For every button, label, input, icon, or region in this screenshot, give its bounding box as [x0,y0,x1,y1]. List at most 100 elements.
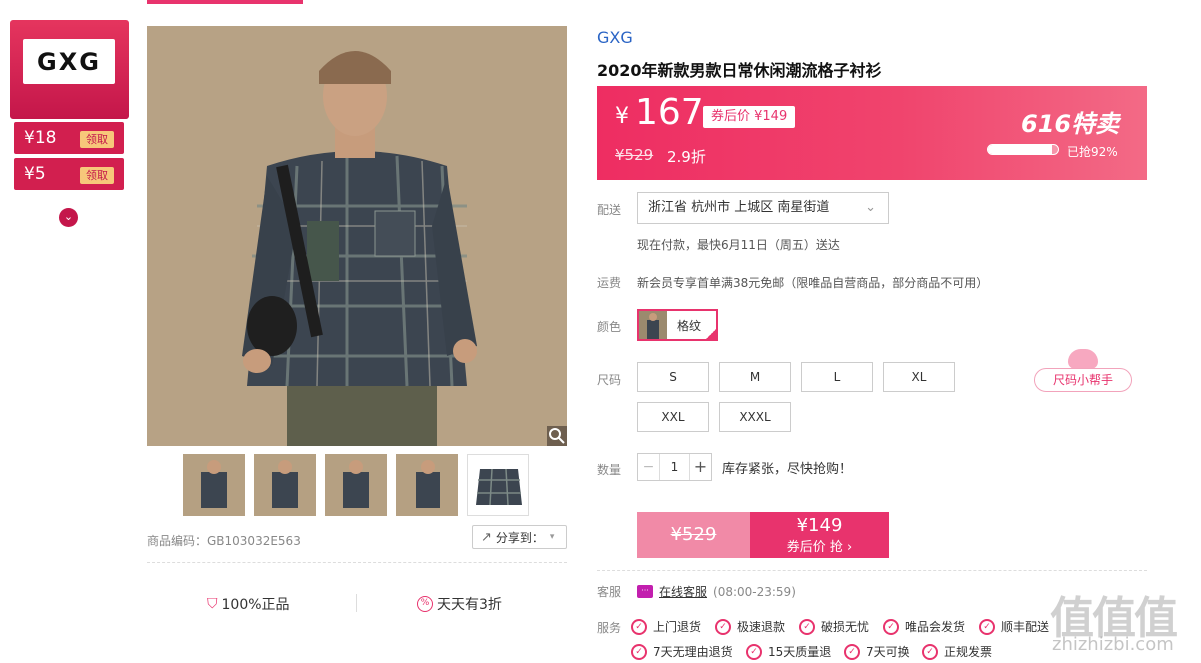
sold-progress-text: 已抢92% [1067,145,1118,159]
service-hours: (08:00-23:59) [713,584,796,599]
divider [597,570,1147,571]
buy-original-price: ¥529 [637,512,750,558]
buy-coupon-price[interactable]: ¥149 券后价 抢 › [750,512,889,558]
service-item: ✓ 破损无忧 [799,618,869,635]
promise-discount: % 天天有3折 [417,594,502,614]
service-item: ✓ 唯品会发货 [883,618,965,635]
active-tab-indicator [147,0,303,4]
customer-service-label: 客服 [597,585,622,599]
size-option-xl[interactable]: XL [883,362,955,392]
service-label: 7天无理由退货 [653,645,733,659]
quantity-input[interactable]: 1 [660,460,689,474]
coupon-amount: ¥5 [24,164,46,184]
shield-icon: ⛉ [207,596,218,612]
brand-link[interactable]: GXG [597,28,633,47]
buy-button[interactable]: ¥529 ¥149 券后价 抢 › [637,512,889,558]
divider [356,594,357,612]
claim-coupon-button[interactable]: 领取 [80,167,114,184]
size-option-s[interactable]: S [637,362,709,392]
size-option-m[interactable]: M [719,362,791,392]
original-price: ¥529 [615,146,654,164]
color-swatch [639,311,667,339]
brand-logo-text: GXG [37,47,101,76]
selected-check-icon [704,327,718,341]
share-icon: ↗ [481,529,492,545]
coupon-18[interactable]: ¥18 领取 [14,122,124,154]
coupon-amount: ¥18 [24,128,57,148]
service-label: 上门退货 [653,620,702,634]
service-item: ✓ 正规发票 [922,643,992,660]
brand-logo[interactable]: GXG [23,39,115,84]
service-item: ✓ 7天无理由退货 [631,643,733,660]
check-icon: ✓ [631,643,647,660]
chevron-down-icon[interactable]: ⌄ [59,208,78,227]
check-icon: ✓ [844,643,860,660]
thumbnail-3[interactable] [325,454,387,516]
size-option-xxxl[interactable]: XXXL [719,402,791,432]
delivery-address-select[interactable]: 浙江省 杭州市 上城区 南星街道 ⌄ [637,192,889,224]
promise-authentic: ⛉ 100%正品 [207,594,290,614]
coupon-5[interactable]: ¥5 领取 [14,158,124,190]
discount-rate: 2.9折 [667,148,706,166]
size-option-xxl[interactable]: XXL [637,402,709,432]
size-helper-button[interactable]: 尺码小帮手 [1034,368,1132,392]
check-icon: ✓ [979,618,995,635]
share-button[interactable]: ↗ 分享到： ▾ [472,525,567,549]
shipping-label: 运费 [597,276,622,290]
delivery-estimate: 现在付款，最快6月11日（周五）送达 [637,238,840,252]
service-item: ✓ 上门退货 [631,618,701,635]
chevron-down-icon: ⌄ [865,200,876,215]
stock-warning: 库存紧张，尽快抢购！ [722,462,853,477]
service-label: 顺丰配送 [1001,620,1050,634]
claim-coupon-button[interactable]: 领取 [80,131,114,148]
brand-card[interactable]: GXG [10,20,129,119]
thumbnail-1[interactable] [183,454,245,516]
coupon-price-badge: 券后价 ¥149 [703,106,796,128]
online-service-link[interactable]: 在线客服 [659,583,707,600]
sold-progress-bar [987,144,1059,155]
check-icon: ✓ [883,618,899,635]
check-icon: ✓ [631,618,647,635]
sku-code: 商品编码：GB103032E563 [147,534,301,548]
currency-symbol: ¥ [615,104,629,129]
service-item: ✓ 极速退款 [715,618,785,635]
chat-icon: ··· [637,585,653,598]
share-label: 分享到： [495,530,544,545]
check-icon: ✓ [715,618,731,635]
discount-icon: % [417,596,433,612]
product-title: 2020年新款男款日常休闲潮流格子衬衫 [597,61,882,80]
color-label: 颜色 [597,320,622,334]
quantity-decrease-button[interactable]: − [638,454,660,480]
promise-label: 100%正品 [221,597,290,613]
size-option-l[interactable]: L [801,362,873,392]
quantity-increase-button[interactable]: + [689,454,711,480]
color-option-label: 格纹 [677,318,702,333]
check-icon: ✓ [746,643,762,660]
shipping-text: 新会员专享首单满38元免邮（限唯品自营商品，部分商品不可用） [637,276,989,290]
zoom-icon[interactable] [547,426,567,446]
thumbnail-5[interactable] [467,454,529,516]
quantity-stepper[interactable]: − 1 + [637,453,712,481]
service-item: ✓ 顺丰配送 [979,618,1049,635]
customer-service-row: ··· 在线客服 (08:00-23:59) [637,583,796,600]
delivery-address: 浙江省 杭州市 上城区 南星街道 [648,200,830,215]
service-item: ✓ 7天可换 [844,643,910,660]
thumbnail-2[interactable] [254,454,316,516]
service-label: 破损无忧 [821,620,870,634]
size-label: 尺码 [597,373,622,387]
current-price: 167 [635,92,704,133]
buy-label: 券后价 抢 › [786,540,853,555]
pig-mascot-icon [1068,349,1098,369]
check-icon: ✓ [799,618,815,635]
delivery-label: 配送 [597,203,622,217]
service-label: 7天可换 [866,645,910,659]
sold-progress-fill [988,145,1053,154]
services-label: 服务 [597,621,622,635]
model-illustration [147,26,567,446]
service-item: ✓ 15天质量退 [746,643,831,660]
thumbnail-4[interactable] [396,454,458,516]
service-label: 正规发票 [944,645,993,659]
buy-price: ¥149 [796,515,843,536]
color-option-plaid[interactable]: 格纹 [637,309,718,341]
product-main-image[interactable] [147,26,567,446]
